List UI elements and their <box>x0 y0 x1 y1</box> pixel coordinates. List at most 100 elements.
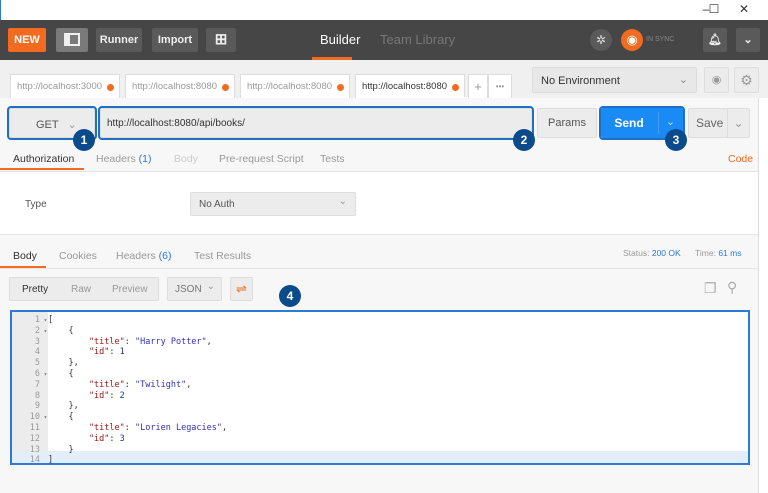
sidebar-toggle-button[interactable] <box>56 28 88 52</box>
environment-quick-look-button[interactable]: ◉ <box>704 67 729 93</box>
runner-button[interactable]: Runner <box>96 28 142 52</box>
response-tab-headers[interactable]: Headers (6) <box>116 250 171 262</box>
code-line: 3 "title": "Harry Potter", <box>12 337 748 348</box>
tab-headers[interactable]: Headers (1) <box>96 153 151 165</box>
add-tab-button[interactable]: + <box>468 74 488 99</box>
active-tab-indicator <box>0 168 84 170</box>
unsaved-dot-icon <box>452 84 459 91</box>
code-line: 6 ▾ { <box>12 369 748 380</box>
request-tab[interactable]: http://localhost:8080 <box>355 74 465 99</box>
tab-builder[interactable]: Builder <box>320 32 360 47</box>
manage-environments-button[interactable]: ⚙ <box>734 67 759 93</box>
interceptor-icon[interactable]: ✲ <box>590 29 612 51</box>
save-options-button[interactable]: ⌄ <box>727 109 749 137</box>
line-number: 14 <box>29 455 40 466</box>
send-button[interactable]: Send <box>601 108 657 138</box>
code-token: 2 <box>119 390 125 401</box>
unsaved-dot-icon <box>107 84 114 91</box>
fold-arrow-icon[interactable]: ▾ <box>40 369 48 380</box>
code-token: , <box>206 336 212 347</box>
unsaved-dot-icon <box>337 84 344 91</box>
save-button-group: Save ⌄ <box>688 108 750 138</box>
code-token: "id" <box>48 433 110 444</box>
more-tabs-button[interactable]: ••• <box>488 74 512 99</box>
tab-team-library[interactable]: Team Library <box>380 32 455 47</box>
divider <box>0 268 758 269</box>
response-tab-test-results[interactable]: Test Results <box>194 250 251 262</box>
chevron-down-icon: ⌄ <box>338 196 347 207</box>
tab-tests[interactable]: Tests <box>320 153 345 165</box>
url-input[interactable]: http://localhost:8080/api/books/ <box>98 106 534 140</box>
new-window-button[interactable]: ⊞ <box>206 28 236 52</box>
tab-pre-request-script[interactable]: Pre-request Script <box>219 153 304 165</box>
account-menu-button[interactable]: ⌄ <box>736 28 760 52</box>
eye-icon: ◉ <box>711 74 722 86</box>
request-tab-url: http://localhost:8080 <box>132 81 218 92</box>
save-button[interactable]: Save <box>696 116 723 130</box>
request-tab[interactable]: http://localhost:8080 <box>240 74 350 99</box>
sidebar-icon <box>64 33 80 46</box>
fold-arrow-icon[interactable]: ▾ <box>40 326 48 337</box>
code-token: } <box>48 444 74 455</box>
line-number: 13 <box>29 444 40 455</box>
gear-icon: ⚙ <box>740 72 753 88</box>
request-tab-url: http://localhost:8080 <box>362 81 448 92</box>
status-value: 200 OK <box>651 248 681 258</box>
fold-arrow-icon[interactable]: ▾ <box>40 412 48 423</box>
new-button[interactable]: NEW <box>8 28 46 52</box>
sync-icon[interactable]: ◉ <box>621 29 643 51</box>
scrollbar[interactable] <box>758 98 768 493</box>
code-line: 7 "title": "Twilight", <box>12 380 748 391</box>
code-token: }, <box>48 401 79 412</box>
code-line: 4 "id": 1 <box>12 347 748 358</box>
view-pretty[interactable]: Pretty <box>22 284 48 295</box>
tab-body[interactable]: Body <box>174 153 198 165</box>
code-line: 12 "id": 3 <box>12 434 748 445</box>
params-button[interactable]: Params <box>537 108 597 138</box>
auth-type-select[interactable]: No Auth ⌄ <box>190 192 356 216</box>
tab-authorization[interactable]: Authorization <box>13 153 74 165</box>
time-label: Time: <box>695 248 716 258</box>
import-button[interactable]: Import <box>152 28 198 52</box>
code-link[interactable]: Code <box>728 153 753 165</box>
headers-count: (1) <box>138 153 152 165</box>
wrap-lines-button[interactable]: ⇌ <box>230 277 253 301</box>
environment-value: No Environment <box>541 75 620 87</box>
request-tab[interactable]: http://localhost:8080 <box>125 74 235 99</box>
response-time: Time: 61 ms <box>695 248 741 258</box>
view-raw[interactable]: Raw <box>71 284 91 295</box>
fold-arrow-icon[interactable]: ▾ <box>40 315 48 326</box>
response-tab-body[interactable]: Body <box>13 250 37 262</box>
line-number: 1 <box>34 315 40 325</box>
notifications-button[interactable]: 🔔︎ <box>703 28 727 52</box>
new-window-icon: ⊞ <box>214 31 228 48</box>
code-token: : <box>109 390 120 401</box>
status-label: Status: <box>623 248 650 258</box>
line-number: 12 <box>29 433 40 444</box>
copy-icon[interactable]: ❐ <box>704 280 717 297</box>
search-icon[interactable]: ⚲ <box>727 279 737 296</box>
request-tab[interactable]: http://localhost:3000 <box>10 74 120 99</box>
code-token: { <box>48 369 74 379</box>
response-tab-cookies[interactable]: Cookies <box>59 250 97 262</box>
chevron-down-icon: ⌄ <box>206 281 215 292</box>
line-number: 7 <box>34 379 40 390</box>
close-button[interactable]: ✕ <box>729 2 759 18</box>
code-token: [ <box>48 315 54 325</box>
environment-select[interactable]: No Environment ⌄ <box>532 67 697 93</box>
request-tab-url: http://localhost:8080 <box>247 81 333 92</box>
code-line: 1 ▾[ <box>12 315 748 326</box>
format-value: JSON <box>175 284 202 295</box>
maximize-button[interactable]: ☐ <box>699 2 729 18</box>
line-number: 2 <box>34 325 40 336</box>
response-body-editor[interactable]: 1 ▾[2 ▾ {3 "title": "Harry Potter", 4 "id… <box>10 310 750 465</box>
code-token: , <box>186 379 192 390</box>
code-token: : <box>124 336 136 347</box>
view-preview[interactable]: Preview <box>112 284 148 295</box>
format-select[interactable]: JSON ⌄ <box>167 277 222 301</box>
code-token: : <box>109 433 120 444</box>
line-number: 9 <box>34 401 40 412</box>
annotation-badge-1: 1 <box>73 129 95 151</box>
auth-type-label: Type <box>25 199 47 210</box>
line-number: 10 <box>29 412 40 423</box>
